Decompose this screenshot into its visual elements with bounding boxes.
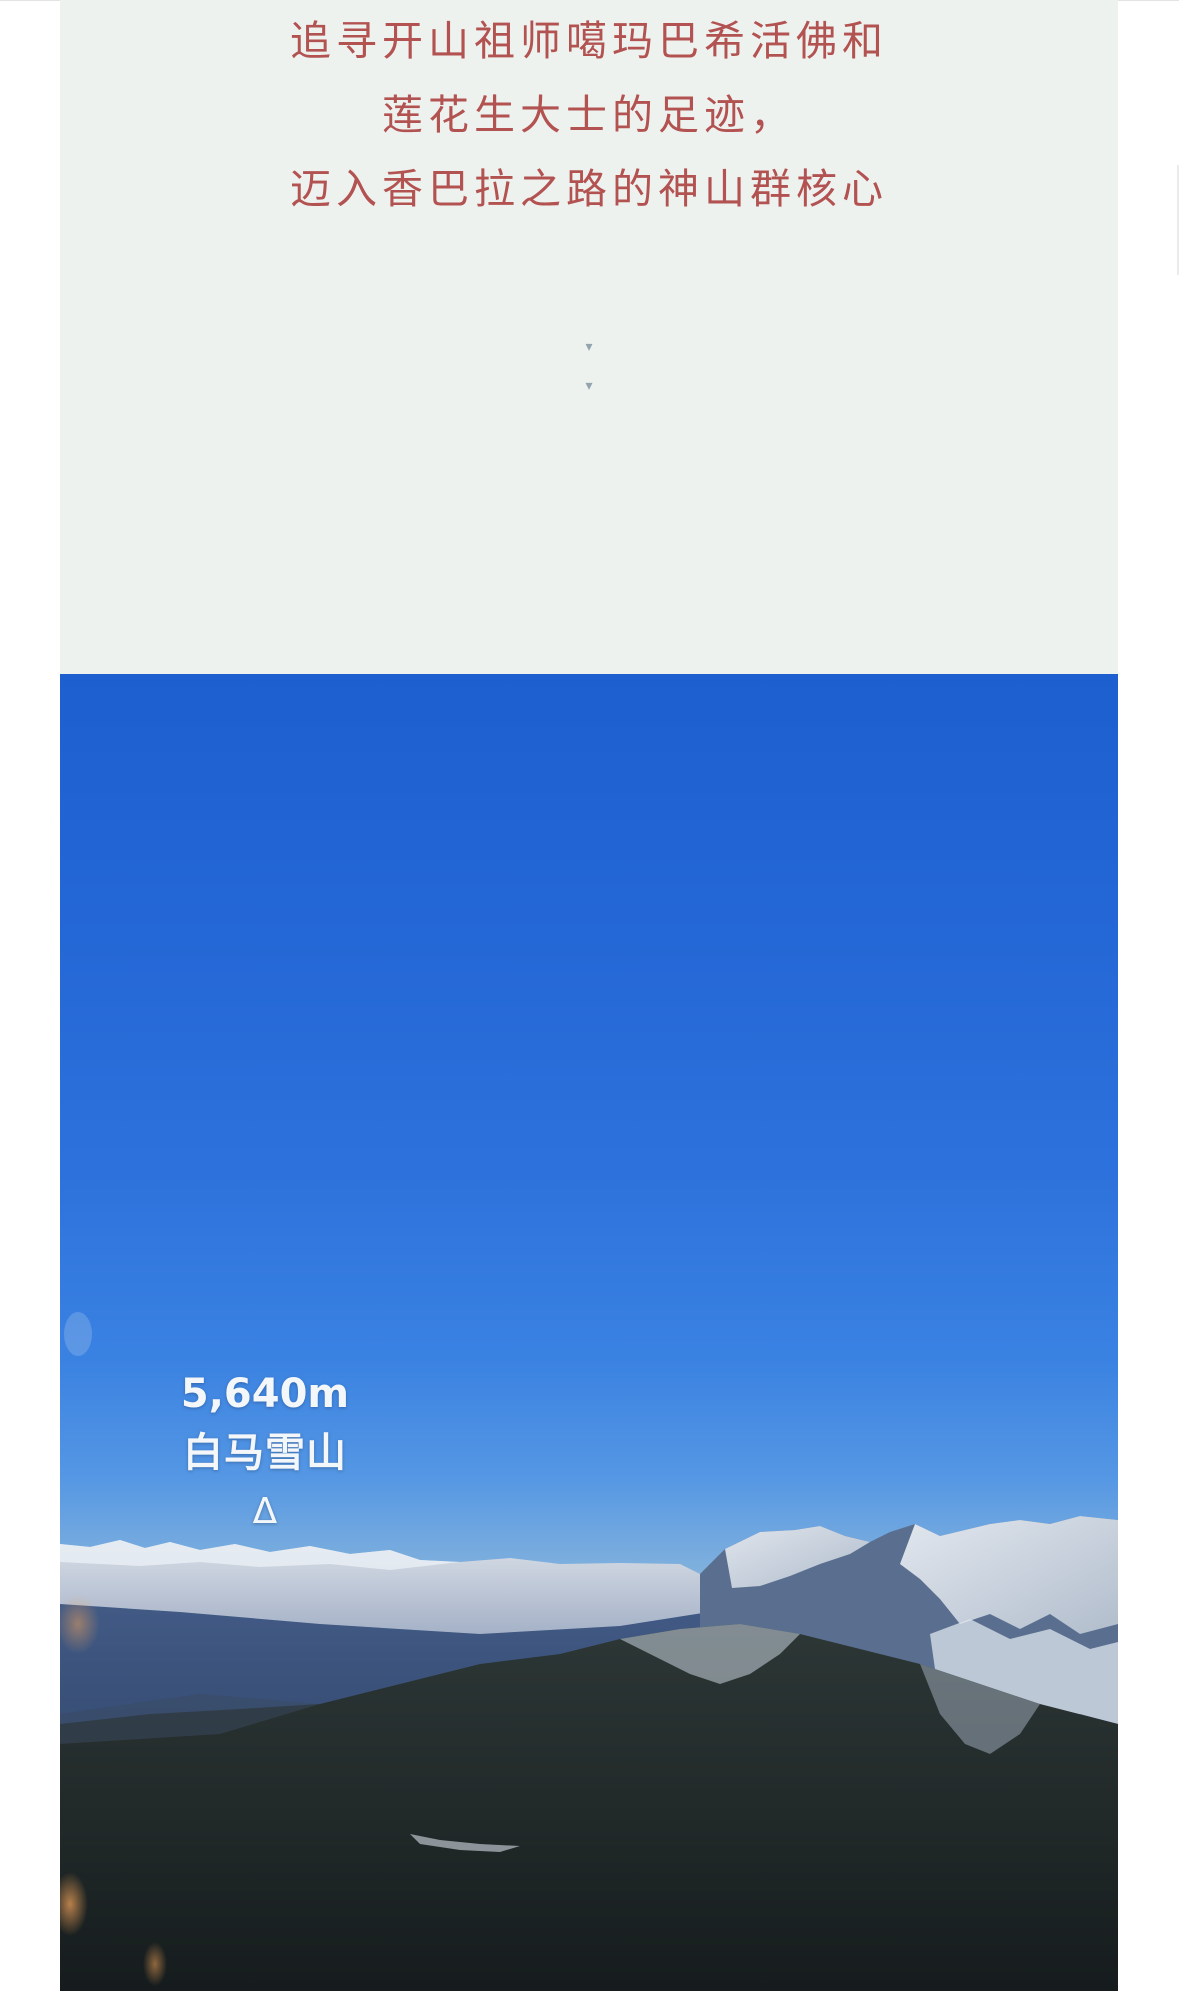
article-content: 追寻开山祖师噶玛巴希活佛和 莲花生大士的足迹， 迈入香巴拉之路的神山群核心 ▾ … xyxy=(60,0,1118,1991)
mountain-landscape-illustration xyxy=(60,1312,1118,1991)
mountain-photo: 5,640m 白马雪山 Δ xyxy=(60,674,1118,1991)
poem-line: 迈入香巴拉之路的神山群核心 xyxy=(290,165,888,213)
poem-text: 追寻开山祖师噶玛巴希活佛和 莲花生大士的足迹， 迈入香巴拉之路的神山群核心 xyxy=(60,4,1118,226)
peak-triangle-icon: Δ xyxy=(252,1491,278,1532)
poem-line: 追寻开山祖师噶玛巴希活佛和 xyxy=(290,17,888,65)
intro-section: 追寻开山祖师噶玛巴希活佛和 莲花生大士的足迹， 迈入香巴拉之路的神山群核心 ▾ … xyxy=(60,0,1118,674)
peak-annotation: 5,640m 白马雪山 Δ xyxy=(170,1366,360,1540)
page: 追寻开山祖师噶玛巴希活佛和 莲花生大士的足迹， 迈入香巴拉之路的神山群核心 ▾ … xyxy=(0,0,1179,1991)
poem-line: 莲花生大士的足迹， xyxy=(382,91,796,139)
scroll-down-arrow-icon: ▾ xyxy=(585,378,593,394)
peak-name-label: 白马雪山 xyxy=(183,1430,347,1476)
peak-elevation-label: 5,640m xyxy=(180,1371,350,1417)
scroll-down-arrow-icon: ▾ xyxy=(585,339,593,355)
